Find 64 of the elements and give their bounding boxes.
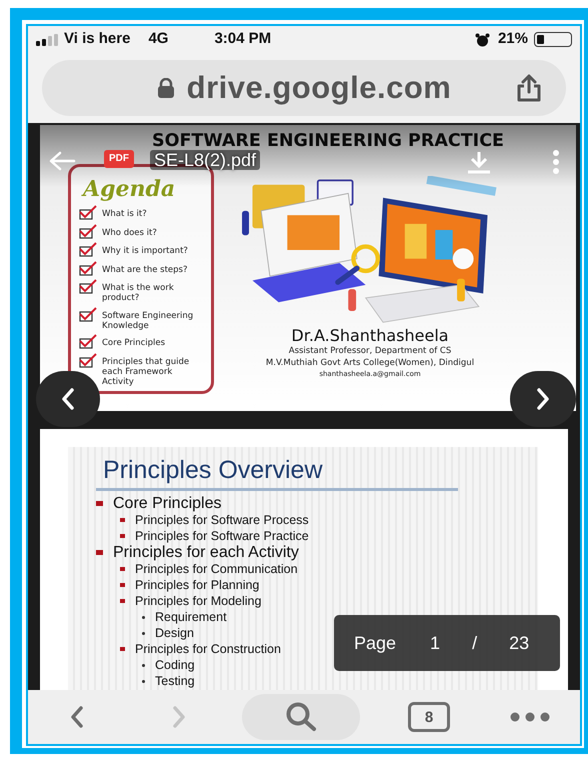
agenda-item: What is it? <box>102 208 147 219</box>
lock-icon <box>156 78 175 98</box>
outline-item: Testing <box>155 673 195 689</box>
agenda-item: What is the work product? <box>102 282 175 304</box>
outline-item: Core Principles <box>113 495 222 512</box>
bullet-icon <box>120 647 125 651</box>
tabs-button[interactable]: 8 <box>408 702 450 732</box>
chevron-left-icon <box>70 706 84 728</box>
bullet-icon <box>142 616 145 618</box>
bullet-icon <box>96 550 103 555</box>
chevron-right-icon <box>172 706 186 728</box>
slide-title: Principles Overview <box>102 455 324 485</box>
outline-item: Principles for each Activity <box>113 544 299 561</box>
search-icon <box>284 702 318 732</box>
bullet-icon <box>120 583 125 587</box>
author-role: Assistant Professor, Department of CS <box>288 345 452 357</box>
battery-percent: 21% <box>498 29 528 50</box>
battery-icon <box>534 32 572 47</box>
more-icon[interactable] <box>510 712 550 722</box>
file-name: SE-L8(2).pdf <box>150 150 260 170</box>
agenda-item: Why it is important? <box>102 245 188 256</box>
outline-item: Requirement <box>155 609 227 625</box>
bullet-icon <box>120 518 125 522</box>
bullet-icon <box>96 501 103 506</box>
outline-item: Coding <box>155 657 195 673</box>
bullet-icon <box>142 664 145 666</box>
agenda-item: What are the steps? <box>102 264 188 275</box>
page-label: Page <box>354 632 396 655</box>
outline-item: Principles for Planning <box>135 577 260 593</box>
carrier-name: Vi is here <box>64 29 130 50</box>
agenda-item: Software Engineering Knowledge <box>102 310 194 331</box>
chevron-right-icon <box>536 388 550 410</box>
outline-item: Principles for Communication <box>135 561 298 577</box>
outline-item: Principles for Software Practice <box>135 528 309 544</box>
url-text: drive.google.com <box>186 68 452 107</box>
file-type-badge: PDF <box>104 150 134 168</box>
agenda-item: Who does it? <box>102 226 157 238</box>
total-pages: 23 <box>509 632 530 654</box>
clock-time: 3:04 PM <box>214 29 272 50</box>
signal-icon <box>36 34 60 46</box>
author-name: Dr.A.Shanthasheela <box>291 326 449 345</box>
chevron-left-icon <box>61 388 75 410</box>
current-page: 1 <box>430 632 440 654</box>
network-type: 4G <box>148 29 168 50</box>
back-arrow-icon[interactable] <box>48 150 76 172</box>
outline-item: Principles for Construction <box>135 641 281 657</box>
share-icon[interactable] <box>516 74 542 102</box>
outline-item: Design <box>155 625 194 641</box>
page-separator: / <box>472 632 478 654</box>
agenda-item: Core Principles <box>102 337 166 348</box>
agenda-item: Principles that guide each Framework Activity <box>102 356 190 387</box>
outline-item: Principles for Modeling <box>135 593 262 609</box>
bullet-icon <box>120 599 125 603</box>
bullet-icon <box>142 680 145 682</box>
address-bar[interactable]: drive.google.com <box>42 60 566 116</box>
agenda-title: Agenda <box>80 177 176 201</box>
bullet-icon <box>120 534 125 538</box>
bullet-icon <box>142 632 145 634</box>
college-name: M.V.Muthiah Govt Arts College(Women), Dindigul <box>266 357 474 369</box>
next-page-button[interactable] <box>510 371 576 427</box>
outline-item: Principles for Software Process <box>135 512 309 528</box>
bullet-icon <box>120 567 125 571</box>
slide-title: SOFTWARE ENGINEERING PRACTICE <box>152 131 504 151</box>
search-button[interactable] <box>242 694 360 740</box>
